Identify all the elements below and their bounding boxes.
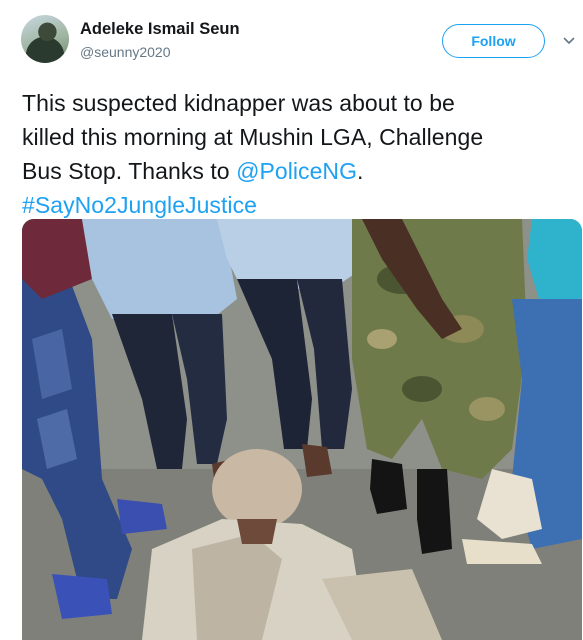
mention-link[interactable]: @PoliceNG <box>236 158 357 184</box>
tweet-photo[interactable] <box>22 219 582 640</box>
chevron-down-icon[interactable] <box>563 35 575 47</box>
follow-button-label: Follow <box>471 33 516 49</box>
tweet-text-segment: . <box>357 158 364 184</box>
avatar[interactable] <box>21 15 69 63</box>
tweet-header: Adeleke Ismail Seun @seunny2020 Follow <box>0 0 583 80</box>
tweet-line: Bus Stop. Thanks to @PoliceNG. <box>22 154 572 188</box>
author-handle[interactable]: @seunny2020 <box>80 44 171 60</box>
tweet-text-segment: Bus Stop. Thanks to <box>22 158 237 184</box>
hashtag-link[interactable]: #SayNo2JungleJustice <box>22 192 257 218</box>
tweet-line: killed this morning at Mushin LGA, Chall… <box>22 124 484 150</box>
follow-button[interactable]: Follow <box>442 24 545 58</box>
photo-illustration <box>22 219 582 640</box>
tweet-line: This suspected kidnapper was about to be <box>22 90 455 116</box>
author-display-name[interactable]: Adeleke Ismail Seun <box>80 20 240 39</box>
tweet-line: #SayNo2JungleJustice <box>22 188 572 222</box>
tweet-text: This suspected kidnapper was about to be… <box>22 86 572 222</box>
